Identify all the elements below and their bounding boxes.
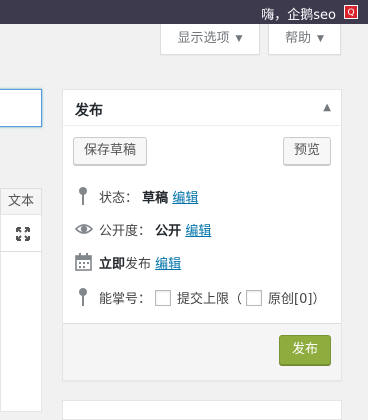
post-title-input[interactable] bbox=[0, 89, 42, 127]
fullscreen-icon[interactable] bbox=[15, 226, 31, 246]
status-edit-link[interactable]: 编辑 bbox=[172, 191, 198, 206]
editor-toolbar bbox=[0, 214, 42, 252]
publish-box-header[interactable]: 发布 ▲ bbox=[63, 90, 341, 126]
user-greeting[interactable]: 嗨，企鹅seo bbox=[261, 4, 336, 23]
eye-icon bbox=[74, 219, 94, 243]
submit-limit-label: 提交上限（ bbox=[177, 292, 243, 307]
help-button[interactable]: 帮助 ▼ bbox=[268, 24, 341, 55]
status-value: 草稿 bbox=[142, 191, 169, 206]
ability-label: 能掌号： bbox=[99, 292, 152, 307]
publish-button[interactable]: 发布 bbox=[279, 335, 331, 365]
collapse-arrow-icon[interactable]: ▲ bbox=[323, 102, 331, 113]
publish-box-title: 发布 bbox=[75, 103, 103, 119]
publish-time-suffix: 发布 bbox=[125, 257, 152, 272]
save-draft-button[interactable]: 保存草稿 bbox=[73, 137, 147, 165]
status-label: 状态： bbox=[99, 191, 139, 206]
user-avatar[interactable]: Q bbox=[344, 5, 358, 19]
original-checkbox[interactable] bbox=[246, 290, 263, 306]
editor-content-area[interactable] bbox=[0, 252, 42, 412]
caret-down-icon: ▼ bbox=[317, 34, 324, 44]
next-metabox bbox=[62, 400, 342, 420]
caret-down-icon: ▼ bbox=[235, 34, 243, 44]
screen-options-label: 显示选项 bbox=[177, 31, 230, 46]
editor-tab-text[interactable]: 文本 bbox=[0, 188, 42, 214]
preview-button[interactable]: 预览 bbox=[283, 137, 331, 165]
visibility-edit-link[interactable]: 编辑 bbox=[185, 224, 211, 239]
pin-icon bbox=[75, 186, 91, 210]
publish-time-edit-link[interactable]: 编辑 bbox=[155, 257, 181, 272]
admin-bar: 嗨，企鹅seo Q bbox=[0, 0, 368, 24]
visibility-value: 公开 bbox=[155, 224, 182, 239]
submit-limit-checkbox[interactable] bbox=[155, 290, 172, 306]
original-label: 原创[0]） bbox=[268, 292, 326, 307]
calendar-icon bbox=[75, 252, 92, 276]
screen-options-button[interactable]: 显示选项 ▼ bbox=[160, 24, 260, 55]
help-label: 帮助 bbox=[285, 31, 312, 46]
publish-time-value: 立即 bbox=[99, 257, 126, 272]
visibility-label: 公开度： bbox=[99, 224, 152, 239]
publish-box-footer: 发布 bbox=[63, 323, 341, 380]
publish-box: 发布 ▲ 保存草稿 预览 状态： 草稿 编辑 公开度： 公开 编辑 立即发布 编… bbox=[62, 89, 342, 381]
pin-icon bbox=[75, 287, 91, 311]
